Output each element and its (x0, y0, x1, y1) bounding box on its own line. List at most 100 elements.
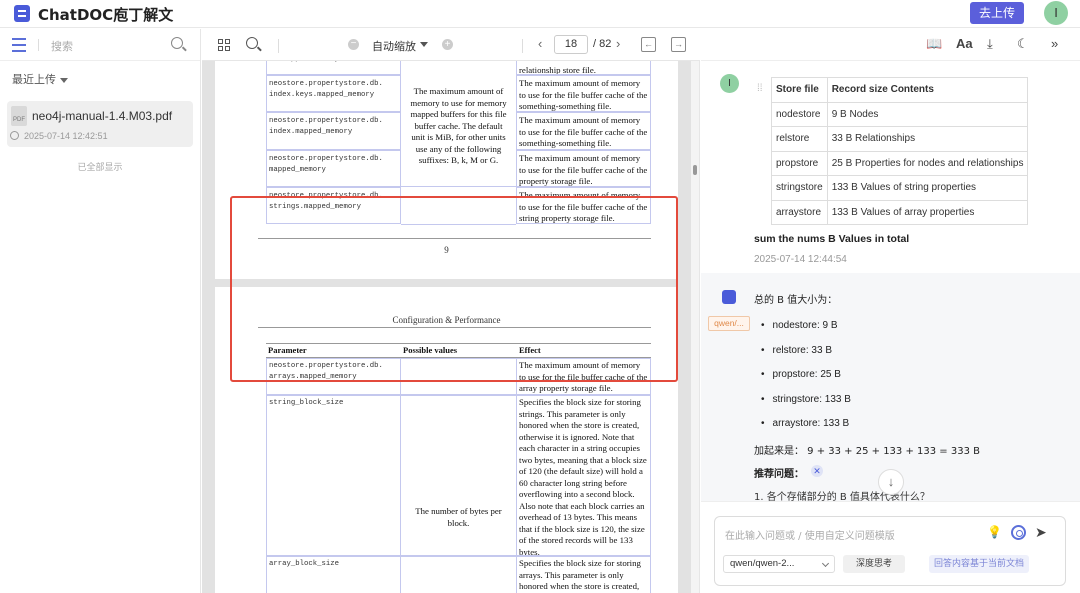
chevron-down-icon[interactable] (420, 42, 428, 47)
user-avatar[interactable]: I (1044, 1, 1068, 25)
lightbulb-icon[interactable]: 💡 (987, 525, 1002, 540)
answer-intro: 总的 B 值大小为： (754, 295, 838, 306)
next-page-button[interactable]: › (616, 36, 620, 51)
highlight-selection-box (230, 196, 678, 382)
table-cell: neostore.propertystore.db. index.keys.ma… (266, 75, 401, 112)
table-header: Store file (771, 77, 828, 103)
pdf-scrollbar[interactable] (691, 61, 700, 593)
chat-input-box[interactable]: 在此输入问题或 / 使用自定义问题模版 💡 ➤ qwen/qwen-2... 深… (714, 516, 1066, 586)
chat-toolbar: 📖 Aa ⤓ ☾ » (701, 29, 1080, 61)
file-sidebar: 搜索 最近上传 PDF neo4j-manual-1.4.M03.pdf 202… (0, 29, 201, 593)
search-icon[interactable] (171, 37, 183, 49)
divider (522, 39, 523, 53)
table-cell: propstore (771, 150, 828, 176)
table-cell: relstore (771, 126, 828, 152)
quote-icon: ⁞⁞ (757, 83, 763, 94)
chat-panel: I ⁞⁞ Store file Record size Contents nod… (701, 61, 1080, 501)
download-icon[interactable]: ⤓ (987, 36, 993, 52)
recent-filter-dropdown[interactable]: 最近上传 (12, 71, 68, 87)
send-icon[interactable]: ➤ (1035, 524, 1047, 541)
table-row: relstore 33 B Relationships (771, 126, 1029, 152)
list-item: propstore: 25 B (761, 363, 851, 388)
recommend-label: 推荐问题： (754, 469, 804, 480)
table-cell: to use for the file buffer cache of the … (516, 61, 651, 75)
top-bar: ChatDOC庖丁解文 去上传 I (0, 0, 1080, 28)
list-item: nodestore: 9 B (761, 314, 851, 339)
thumbnail-grid-icon[interactable] (218, 39, 231, 52)
pdf-search-icon[interactable] (246, 37, 258, 49)
list-end-text: 已全部显示 (77, 163, 123, 173)
file-name: neo4j-manual-1.4.M03.pdf (32, 109, 173, 123)
table-row: stringstore 133 B Values of string proper… (771, 175, 1029, 201)
chat-input-area: 在此输入问题或 / 使用自定义问题模版 💡 ➤ qwen/qwen-2... 深… (701, 501, 1080, 593)
table-header: Record size Contents (826, 77, 1029, 103)
gear-icon[interactable] (1011, 525, 1026, 540)
model-select[interactable]: qwen/qwen-2... (723, 555, 835, 573)
book-icon[interactable]: 📖 (926, 36, 942, 52)
collapse-panel-icon[interactable]: » (1051, 36, 1058, 51)
message-timestamp: 2025-07-14 12:44:54 (754, 254, 847, 265)
prev-page-button[interactable]: ‹ (538, 36, 542, 51)
caret-down-icon (60, 77, 68, 83)
quoted-table: Store file Record size Contents nodestor… (771, 77, 1029, 225)
chevron-down-icon (821, 559, 830, 568)
file-item[interactable]: PDF neo4j-manual-1.4.M03.pdf 2025-07-14 … (7, 101, 193, 147)
logo-icon (14, 5, 30, 22)
collapse-left-icon[interactable]: ← (641, 37, 656, 52)
sidebar-search-input[interactable]: 搜索 (51, 38, 73, 54)
sidebar-header: 搜索 (0, 29, 200, 61)
file-upload-time: 2025-07-14 12:42:51 (24, 131, 108, 141)
answer-list: nodestore: 9 B relstore: 33 B propstore:… (761, 314, 851, 437)
page-number-input[interactable]: 18 (554, 35, 588, 54)
scroll-thumb[interactable] (693, 165, 697, 175)
table-cell: arraystore (771, 199, 828, 225)
app-root: ChatDOC庖丁解文 去上传 I 搜索 最近上传 PDF neo4j-manu… (0, 0, 1080, 593)
upload-button[interactable]: 去上传 (970, 2, 1024, 24)
pdf-file-icon: PDF (11, 106, 27, 126)
divider (278, 39, 279, 53)
table-cell: db.mapped_memory (266, 61, 401, 75)
scroll-down-button[interactable]: ↓ (878, 469, 904, 495)
table-cell: The maximum amount of memory to use for … (401, 61, 516, 187)
table-row: arraystore 133 B Values of array properti… (771, 199, 1029, 225)
table-cell: nodestore (771, 101, 828, 127)
doc-scope-button[interactable]: 回答内容基于当前文档 (929, 555, 1029, 573)
list-item: arraystore: 133 B (761, 412, 851, 437)
table-cell: The maximum amount of memory to use for … (516, 75, 651, 112)
table-cell (401, 556, 516, 593)
table-row: nodestore 9 B Nodes (771, 101, 1029, 127)
answer-sum: 加起来是： 9 + 33 + 25 + 133 + 133 = 333 B (754, 446, 980, 457)
recommended-question[interactable]: 1. 各个存储部分的 B 值具体代表什么？ (754, 488, 930, 501)
zoom-in-button[interactable]: + (442, 39, 453, 50)
table-cell: string_block_size (266, 395, 401, 556)
recent-filter-label: 最近上传 (12, 73, 56, 86)
list-item: relstore: 33 B (761, 339, 851, 364)
model-select-label: qwen/qwen-2... (730, 558, 795, 569)
clock-icon (10, 131, 19, 140)
app-title: ChatDOC庖丁解文 (38, 6, 174, 24)
zoom-select[interactable]: 自动缩放 (372, 38, 416, 54)
deep-think-button[interactable]: 深度思考 (843, 555, 905, 573)
divider (38, 39, 39, 51)
model-tag: qwen/... (708, 316, 750, 331)
file-list-icon[interactable] (12, 38, 26, 52)
table-cell: 9 B Nodes (826, 101, 1029, 127)
table-cell: stringstore (771, 175, 828, 201)
user-question: sum the nums B Values in total (754, 233, 910, 245)
moon-icon[interactable]: ☾ (1017, 36, 1029, 52)
font-size-icon[interactable]: Aa (956, 36, 973, 51)
expand-right-icon[interactable]: → (671, 37, 686, 52)
table-cell: The number of bytes per block. (401, 395, 516, 556)
table-row: propstore 25 B Properties for nodes and r… (771, 150, 1029, 176)
table-cell: The maximum amount of memory to use for … (516, 150, 651, 187)
table-row: Store file Record size Contents (771, 77, 1029, 103)
zoom-out-button[interactable]: − (348, 39, 359, 50)
page-total: / 82 (593, 38, 612, 50)
table-cell: neostore.propertystore.db. index.mapped_… (266, 112, 401, 150)
list-item: stringstore: 133 B (761, 388, 851, 413)
table-cell: 33 B Relationships (826, 126, 1029, 152)
chat-input[interactable]: 在此输入问题或 / 使用自定义问题模版 (725, 527, 895, 542)
table-cell: The maximum amount of memory to use for … (516, 112, 651, 150)
table-cell: 25 B Properties for nodes and relationsh… (826, 150, 1029, 176)
close-icon[interactable]: ✕ (811, 465, 823, 477)
